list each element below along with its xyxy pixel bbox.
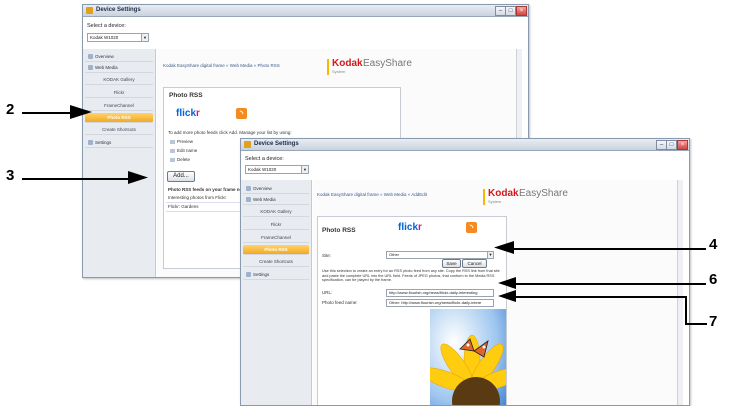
title-bar: Device Settings – □ × [241,139,689,151]
callout-6-line [514,283,706,285]
sidebar-item-settings[interactable]: Settings [85,138,153,148]
photo-rss-panel: Photo RSS flickr ◝ Site: Other ▼ Save Ca… [317,216,507,405]
easyshare-logo: EasyShare [363,58,412,69]
sidebar-item-flickr[interactable]: Flickr [243,220,309,230]
sidebar-item-framechannel[interactable]: FrameChannel [85,101,153,111]
sidebar-item-photo-rss[interactable]: Photo RSS [243,245,309,255]
easyshare-logo: EasyShare [519,188,568,199]
close-button[interactable]: × [516,6,527,16]
action-edit-name: Edit name [170,148,197,154]
rss-icon: ◝ [466,222,477,233]
sidebar-item-create-shortcuts[interactable]: Create Shortcuts [243,257,309,267]
breadcrumb: Kodak EasyShare digital frame » Web Medi… [317,192,427,197]
sidebar-item-settings[interactable]: Settings [243,270,309,280]
device-value: Kodak W1020 [248,167,277,172]
kodak-logo-bar [327,59,329,75]
breadcrumb: Kodak EasyShare digital frame » Web Medi… [163,63,280,68]
callout-7-arrowhead [498,290,516,302]
device-select[interactable]: Kodak W1020 ▼ [87,33,149,42]
title-bar: Device Settings – □ × [83,5,528,17]
cancel-button[interactable]: Cancel [462,259,487,268]
web-media-icon [246,197,251,203]
sidebar-item-overview[interactable]: Overview [85,52,153,62]
help-text: To add more photo feeds click Add. Manag… [168,130,292,135]
url-input[interactable]: http://www.flourish.org/news/flickr-dail… [386,289,494,297]
panel-title: Photo RSS [322,227,356,234]
web-media-icon [88,65,93,71]
callout-7-line-h [685,323,707,325]
action-delete: Delete [170,157,190,163]
chevron-down-icon: ▼ [141,34,148,41]
site-label: Site: [322,253,332,258]
flickr-logo: flickr [398,222,422,233]
add-button[interactable]: Add... [167,171,195,182]
callout-4: 4 [709,236,718,253]
edit-icon [170,148,175,153]
app-icon [244,141,251,148]
device-select[interactable]: Kodak W1020 ▼ [245,165,309,174]
window-title: Device Settings [96,7,141,13]
url-label: URL: [322,290,333,295]
callout-3: 3 [6,167,15,184]
maximize-button[interactable]: □ [666,140,677,150]
callout-4-line [512,248,706,250]
callout-7-line-v [685,296,687,324]
sidebar-item-overview[interactable]: Overview [243,184,309,194]
save-button[interactable]: Save [442,259,461,268]
delete-icon [170,157,175,162]
callout-7: 7 [709,313,718,330]
sidebar-item-photo-rss[interactable]: Photo RSS [85,113,153,123]
select-device-label: Select a device: [245,156,284,162]
butterfly-sunflower-image [430,309,506,405]
panel-title: Photo RSS [169,92,203,99]
flickr-logo: flickr [176,108,200,119]
device-value: Kodak W1020 [90,35,119,40]
feeds-heading: Photo RSS feeds on your frame now: [168,187,248,192]
callout-6: 6 [709,271,718,288]
sidebar-item-web-media[interactable]: Web Media [243,195,309,205]
sidebar-item-flickr[interactable]: Flickr [85,88,153,98]
overview-icon [88,54,93,60]
settings-icon [246,272,251,278]
action-preview: Preview [170,139,193,145]
sidebar-item-kodak-gallery[interactable]: KODAK Gallery [243,207,309,217]
callout-3-line [22,178,128,180]
settings-icon [88,140,93,146]
maximize-button[interactable]: □ [505,6,516,16]
chevron-down-icon: ▼ [301,166,308,173]
callout-2: 2 [6,101,15,118]
sidebar-item-create-shortcuts[interactable]: Create Shortcuts [85,125,153,135]
description-text: Use this selection to create an entry fo… [322,269,500,282]
site-select[interactable]: Other ▼ [386,251,494,259]
select-device-label: Select a device: [87,23,126,29]
feed-name-input[interactable]: Other: http://www.flourish.org/news/flic… [386,299,494,307]
front-window: Device Settings – □ × Select a device: K… [240,138,690,406]
feed-name-label: Photo feed name: [322,300,358,305]
callout-6-arrowhead [498,277,516,289]
window-title: Device Settings [254,141,299,147]
callout-4-arrowhead [494,241,514,254]
sidebar-item-framechannel[interactable]: FrameChannel [243,233,309,243]
rss-icon: ◝ [236,108,247,119]
callout-2-arrowhead [70,105,92,119]
kodak-logo: Kodak System [332,58,363,74]
feed-list-item[interactable]: Interesting photos from Flickr [166,194,243,203]
callout-7-line-top [514,296,686,298]
preview-icon [170,139,175,144]
kodak-logo: Kodak System [488,188,519,204]
sidebar: Overview Web Media KODAK Gallery Flickr … [83,49,156,277]
app-icon [86,7,93,14]
vertical-scrollbar[interactable] [677,180,683,405]
overview-icon [246,186,251,192]
sidebar-item-web-media[interactable]: Web Media [85,63,153,73]
kodak-logo-bar [483,189,485,205]
chevron-down-icon: ▼ [487,252,493,258]
callout-2-line [22,112,72,114]
feed-list-item[interactable]: Flickr: Gardens [166,203,243,212]
sidebar-item-kodak-gallery[interactable]: KODAK Gallery [85,75,153,85]
callout-3-arrowhead [128,171,148,184]
close-button[interactable]: × [677,140,688,150]
sidebar: Overview Web Media KODAK Gallery Flickr … [241,180,312,405]
